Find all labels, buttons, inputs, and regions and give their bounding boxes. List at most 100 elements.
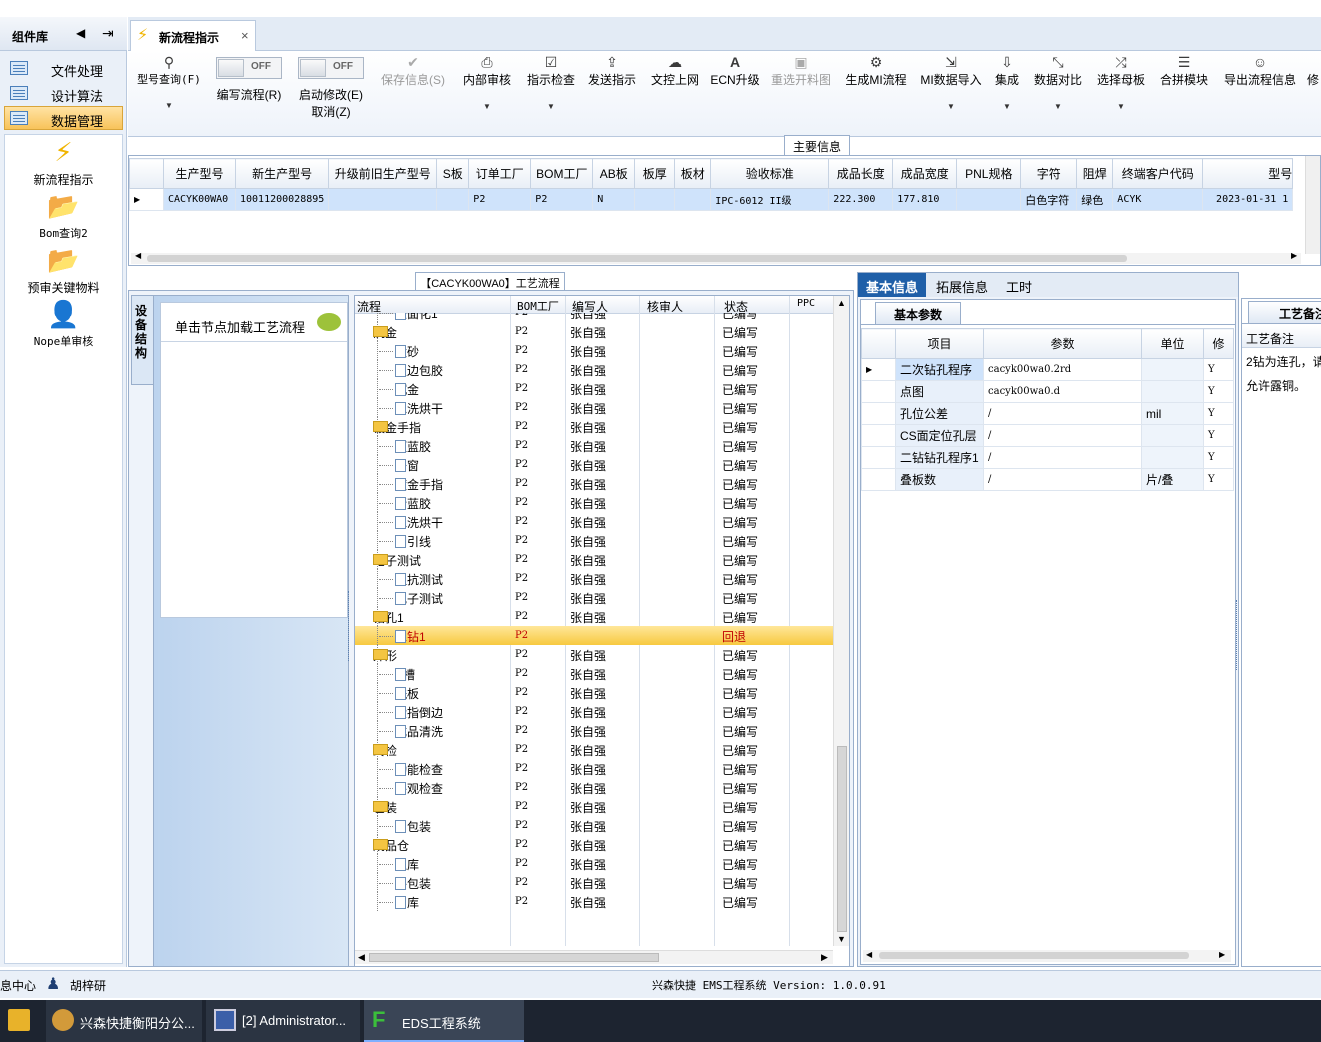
modify-button[interactable]: 修: [1306, 53, 1320, 133]
param-cell[interactable]: cacyk00wa0.2rd: [983, 358, 1142, 381]
data-compare-button[interactable]: ⤡ 数据对比 ▼: [1032, 53, 1084, 133]
col-header[interactable]: 验收标准: [710, 158, 830, 189]
tree-node[interactable]: −镀金手指: [373, 419, 421, 436]
cell[interactable]: 白色字符: [1020, 188, 1078, 211]
table-row[interactable]: 二钻钻孔程序1/ Y: [861, 446, 1234, 469]
tree-row[interactable]: 电子测试 P2 张自强 已编写: [355, 588, 833, 607]
tree-node[interactable]: 阻抗测试: [379, 571, 443, 588]
nav-design-algorithm[interactable]: 设计算法: [4, 81, 123, 105]
tree-vertical-scrollbar[interactable]: ▲ ▼: [833, 296, 849, 946]
tool-nope-review[interactable]: 👤 Nope单审核: [5, 299, 122, 349]
tree-row[interactable]: 开窗 P2 张自强 已编写: [355, 455, 833, 474]
vertical-scrollbar[interactable]: [1305, 156, 1320, 254]
cancel-label[interactable]: 取消(Z): [294, 103, 368, 120]
item-cell[interactable]: 二钻钻孔程序1: [895, 446, 984, 469]
table-row[interactable]: 孔位公差 / mil Y: [861, 402, 1234, 425]
tab-basic-info[interactable]: 基本信息: [858, 273, 927, 297]
item-cell[interactable]: 二次钻孔程序: [895, 358, 984, 381]
tree-node[interactable]: −外形: [373, 647, 397, 664]
tree-row[interactable]: −沉金 P2 张自强 已编写: [355, 322, 833, 341]
flag-cell[interactable]: Y: [1203, 402, 1234, 425]
tool-prereview-material[interactable]: 📂 预审关键物料: [5, 245, 122, 296]
tree-row[interactable]: 水洗烘干 P2 张自强 已编写: [355, 398, 833, 417]
cell[interactable]: [956, 188, 1022, 211]
unit-cell[interactable]: mil: [1141, 402, 1204, 425]
col-header[interactable]: PNL规格: [956, 158, 1022, 189]
col-header[interactable]: 终端客户代码: [1112, 158, 1204, 189]
table-row[interactable]: CS面定位孔层 / Y: [861, 424, 1234, 447]
flag-cell[interactable]: Y: [1203, 468, 1234, 491]
nav-data-management[interactable]: 数据管理: [4, 106, 123, 130]
tree-row[interactable]: −成品仓 P2 张自强 已编写: [355, 835, 833, 854]
table-row[interactable]: 点图 cacyk00wa0.d Y: [861, 380, 1234, 403]
tool-bom-query[interactable]: 📂 Bom查询2: [5, 191, 122, 241]
tab-work-hours[interactable]: 工时: [998, 273, 1040, 297]
tree-node[interactable]: 沉金: [379, 381, 419, 398]
col-header[interactable]: 项目: [895, 328, 984, 359]
tree-row[interactable]: −镀金手指 P2 张自强 已编写: [355, 417, 833, 436]
cell[interactable]: [328, 188, 438, 211]
col-header[interactable]: 板材: [674, 158, 712, 189]
cell[interactable]: 2023-01-31 1: [1202, 188, 1294, 211]
col-header[interactable]: BOM工厂: [530, 158, 594, 189]
tree-node[interactable]: −钻孔1: [373, 609, 404, 626]
unit-cell[interactable]: [1141, 380, 1204, 403]
col-header[interactable]: 单位: [1141, 328, 1204, 359]
unit-cell[interactable]: [1141, 424, 1204, 447]
instruction-check-button[interactable]: ☑ 指示检查 ▼: [522, 53, 580, 133]
tree-row[interactable]: 出库 P2 张自强 已编写: [355, 892, 833, 911]
tree-row[interactable]: 喷砂 P2 张自强 已编写: [355, 341, 833, 360]
cell[interactable]: 10011200028895: [234, 188, 330, 211]
scroll-thumb[interactable]: [879, 952, 1189, 959]
mi-data-import-button[interactable]: ⇲ MI数据导入 ▼: [918, 53, 984, 133]
merge-module-button[interactable]: ☰ 合拼模块: [1156, 53, 1212, 133]
select-motherboard-button[interactable]: ⤮ 选择母板 ▼: [1094, 53, 1148, 133]
taskbar-item-administrator[interactable]: [2] Administrator...: [206, 1000, 360, 1042]
col-header[interactable]: 字符: [1020, 158, 1078, 189]
cell[interactable]: [436, 188, 470, 211]
flag-cell[interactable]: Y: [1203, 358, 1234, 381]
flag-cell[interactable]: Y: [1203, 446, 1234, 469]
item-cell[interactable]: CS面定位孔层: [895, 424, 984, 447]
tree-node[interactable]: 功能检查: [379, 761, 443, 778]
send-instruction-button[interactable]: ⇪ 发送指示: [584, 53, 640, 133]
tree-node[interactable]: 水洗烘干: [379, 400, 443, 417]
col-header[interactable]: 订单工厂: [468, 158, 532, 189]
tree-row[interactable]: 表面化1 P2 张自强 已编写: [355, 313, 833, 322]
tree-row[interactable]: 二钻1 P2 回退: [355, 626, 833, 645]
tree-row[interactable]: −包装 P2 张自强 已编写: [355, 797, 833, 816]
param-cell[interactable]: /: [983, 468, 1142, 491]
tree-node[interactable]: 开窗: [379, 457, 419, 474]
tree-node[interactable]: 电子测试: [379, 590, 443, 607]
cell[interactable]: 177.810: [892, 188, 958, 211]
item-cell[interactable]: 点图: [895, 380, 984, 403]
table-row[interactable]: ▶ CACYK00WA0 10011200028895 P2 P2 N IPC-…: [129, 188, 1294, 211]
col-header[interactable]: 成品长度: [828, 158, 894, 189]
tree-node[interactable]: 内包装: [379, 818, 431, 835]
tree-row[interactable]: 金指倒边 P2 张自强 已编写: [355, 702, 833, 721]
params-horizontal-scrollbar[interactable]: ◀ ▶: [863, 950, 1231, 962]
taskbar-file-explorer[interactable]: [0, 1000, 40, 1042]
tree-row[interactable]: 外观检查 P2 张自强 已编写: [355, 778, 833, 797]
unit-cell[interactable]: [1141, 358, 1204, 381]
tree-row[interactable]: 沉金 P2 张自强 已编写: [355, 379, 833, 398]
tab-new-flow[interactable]: ⚡ 新流程指示 ×: [130, 20, 256, 51]
tree-row[interactable]: −外形 P2 张自强 已编写: [355, 645, 833, 664]
tree-node[interactable]: −沉金: [373, 324, 397, 341]
toggle-switch[interactable]: OFF: [298, 57, 364, 79]
flag-cell[interactable]: Y: [1203, 380, 1234, 403]
col-header[interactable]: S板: [436, 158, 470, 189]
save-info-button[interactable]: ✔ 保存信息(S): [378, 53, 448, 133]
tree-node[interactable]: −包装: [373, 799, 397, 816]
scroll-thumb[interactable]: [147, 255, 1127, 262]
item-cell[interactable]: 孔位公差: [895, 402, 984, 425]
tool-new-flow[interactable]: ⚡ 新流程指示: [5, 137, 122, 188]
table-row[interactable]: ▶ 二次钻孔程序 cacyk00wa0.2rd Y: [861, 358, 1234, 381]
tree-node[interactable]: 二钻1: [379, 628, 426, 645]
tree-row[interactable]: 剥引线 P2 张自强 已编写: [355, 531, 833, 550]
tree-node[interactable]: 镀金手指: [379, 476, 443, 493]
pin-icon[interactable]: ⇥: [102, 25, 114, 42]
cell[interactable]: P2: [530, 188, 594, 211]
param-cell[interactable]: /: [983, 424, 1142, 447]
col-header[interactable]: 型号: [1202, 158, 1294, 189]
